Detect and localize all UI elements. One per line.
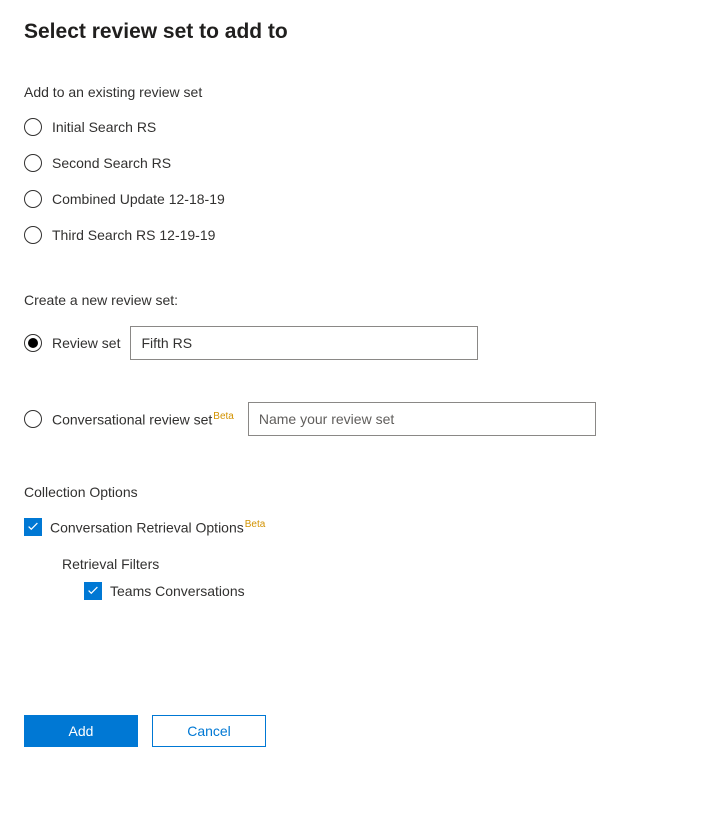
radio-option-third-search[interactable]: Third Search RS 12-19-19 <box>24 226 685 244</box>
conversational-label-text: Conversational review set <box>52 411 212 427</box>
cancel-button[interactable]: Cancel <box>152 715 266 747</box>
review-set-row: Review set <box>24 326 685 360</box>
checkbox-icon <box>24 518 42 536</box>
conversation-retrieval-text: Conversation Retrieval Options <box>50 519 244 535</box>
conversational-review-set-row: Conversational review setBeta <box>24 402 685 436</box>
checkbox-label: Teams Conversations <box>110 583 245 599</box>
checkbox-icon <box>84 582 102 600</box>
review-set-name-input[interactable] <box>130 326 478 360</box>
radio-icon <box>24 190 42 208</box>
radio-icon <box>24 334 42 352</box>
create-section-label: Create a new review set: <box>24 292 685 308</box>
retrieval-filters-label: Retrieval Filters <box>62 556 685 572</box>
radio-option-combined-update[interactable]: Combined Update 12-18-19 <box>24 190 685 208</box>
page-title: Select review set to add to <box>24 20 685 44</box>
beta-badge: Beta <box>245 519 266 530</box>
existing-section-label: Add to an existing review set <box>24 84 685 100</box>
radio-icon <box>24 118 42 136</box>
radio-label: Third Search RS 12-19-19 <box>52 227 215 243</box>
radio-label: Second Search RS <box>52 155 171 171</box>
collection-options-label: Collection Options <box>24 484 685 500</box>
radio-option-initial-search[interactable]: Initial Search RS <box>24 118 685 136</box>
add-button[interactable]: Add <box>24 715 138 747</box>
checkbox-conversation-retrieval[interactable]: Conversation Retrieval OptionsBeta <box>24 518 685 536</box>
checkbox-label: Conversation Retrieval OptionsBeta <box>50 519 265 536</box>
radio-icon <box>24 410 42 428</box>
radio-label: Initial Search RS <box>52 119 156 135</box>
retrieval-filters-section: Retrieval Filters Teams Conversations <box>62 556 685 600</box>
existing-review-set-list: Initial Search RS Second Search RS Combi… <box>24 118 685 244</box>
checkbox-teams-conversations[interactable]: Teams Conversations <box>84 582 685 600</box>
radio-label: Review set <box>52 335 120 351</box>
radio-option-conversational[interactable]: Conversational review setBeta <box>24 410 234 428</box>
radio-label: Combined Update 12-18-19 <box>52 191 225 207</box>
collection-options-section: Collection Options Conversation Retrieva… <box>24 484 685 600</box>
radio-label: Conversational review setBeta <box>52 411 234 428</box>
radio-icon <box>24 154 42 172</box>
beta-badge: Beta <box>213 411 234 422</box>
radio-option-second-search[interactable]: Second Search RS <box>24 154 685 172</box>
radio-icon <box>24 226 42 244</box>
conversational-name-input[interactable] <box>248 402 596 436</box>
radio-option-new-review-set[interactable]: Review set <box>24 334 120 352</box>
button-row: Add Cancel <box>24 715 685 747</box>
